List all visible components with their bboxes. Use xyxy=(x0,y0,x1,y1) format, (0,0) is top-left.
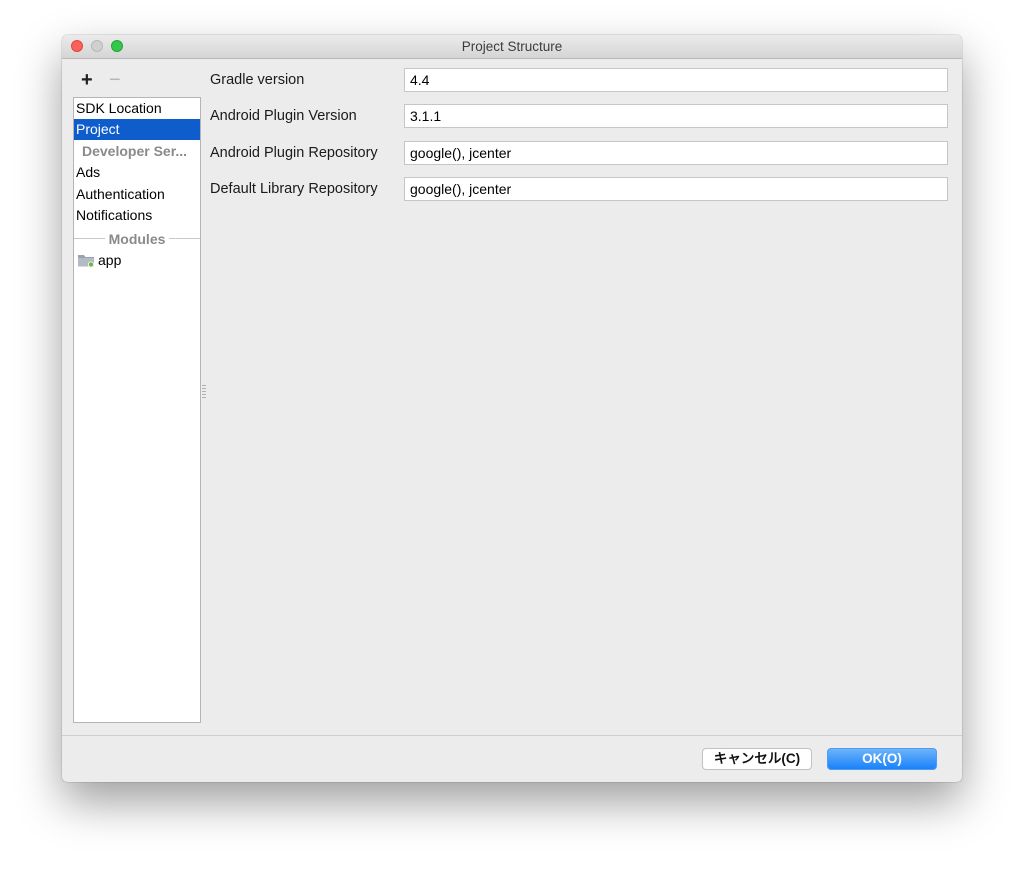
modules-header: Modules xyxy=(108,230,166,247)
sidebar-item-app-module[interactable]: app xyxy=(74,250,200,271)
android-plugin-repository-input[interactable] xyxy=(404,141,948,165)
footer-separator xyxy=(62,735,962,736)
sidebar-item-sdk-location[interactable]: SDK Location xyxy=(74,98,200,119)
android-plugin-version-label: Android Plugin Version xyxy=(210,108,357,124)
sidebar-header-developer-services: Developer Ser... xyxy=(82,143,188,159)
panel-splitter-handle[interactable] xyxy=(202,385,206,399)
add-button[interactable]: + xyxy=(81,70,93,90)
android-plugin-repository-label: Android Plugin Repository xyxy=(210,145,378,161)
module-label: app xyxy=(98,252,122,268)
window-title: Project Structure xyxy=(461,39,563,54)
maximize-window-button[interactable] xyxy=(111,40,123,52)
remove-button[interactable]: − xyxy=(109,70,121,90)
gradle-version-input[interactable] xyxy=(404,68,948,92)
sidebar-item-authentication[interactable]: Authentication xyxy=(74,184,200,205)
default-library-repository-input[interactable] xyxy=(404,177,948,201)
default-library-repository-label: Default Library Repository xyxy=(210,181,378,197)
module-folder-icon xyxy=(78,255,94,267)
modules-divider: Modules xyxy=(74,228,200,249)
project-structure-window: Project Structure + − SDK Location Proje… xyxy=(62,35,962,782)
ok-button[interactable]: OK(O) xyxy=(827,748,937,770)
sidebar-item-project[interactable]: Project xyxy=(74,119,200,140)
close-window-button[interactable] xyxy=(71,40,83,52)
divider-line xyxy=(169,238,200,239)
minimize-window-button[interactable] xyxy=(91,40,103,52)
android-plugin-version-input[interactable] xyxy=(404,104,948,128)
divider-line xyxy=(74,238,105,239)
sidebar-item-notifications[interactable]: Notifications xyxy=(74,205,200,226)
sidebar: SDK Location Project Developer Ser... Ad… xyxy=(73,97,201,723)
sidebar-item-ads[interactable]: Ads xyxy=(74,162,200,183)
gradle-version-label: Gradle version xyxy=(210,72,305,88)
cancel-button[interactable]: キャンセル(C) xyxy=(702,748,812,770)
title-bar[interactable]: Project Structure xyxy=(62,35,962,59)
